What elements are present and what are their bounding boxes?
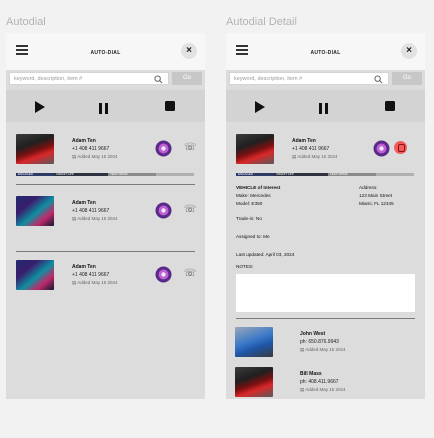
contact-added-date: Added May 15 2024 <box>72 216 117 222</box>
last-updated: Last updated: April 03, 2024 <box>236 252 295 257</box>
contact-added-date: Added May 15 2024 <box>300 387 345 393</box>
queue-row[interactable]: Bill Mass ph: 408.411.9667 Added May 15 … <box>234 367 417 403</box>
contact-photo <box>236 134 274 164</box>
search-icon[interactable] <box>374 75 383 84</box>
contact-name: Adam Ten <box>72 264 96 270</box>
contact-photo <box>16 134 54 164</box>
notes-label: NOTES: <box>236 264 254 269</box>
status-blank <box>156 173 194 176</box>
status-engaged: ENGAGED <box>236 173 274 176</box>
vehicle-make: Make: Mercedes <box>236 193 271 198</box>
status-bar: ENGAGED CREDIT APP TEST DRIVE <box>236 173 414 176</box>
status-bar: ENGAGED CREDIT APP TEST DRIVE <box>16 173 194 176</box>
top-bar: AUTO-DIAL × <box>226 33 425 70</box>
close-button[interactable]: × <box>181 43 197 59</box>
go-button[interactable]: Go <box>172 72 202 85</box>
contact-name: Adam Ten <box>72 138 96 144</box>
play-icon[interactable] <box>35 101 45 113</box>
contact-phone: ph: 650.876.9943 <box>300 339 339 345</box>
play-icon[interactable] <box>255 101 265 113</box>
close-button[interactable]: × <box>401 43 417 59</box>
contact-phone: +1 408 411 9667 <box>72 272 110 278</box>
dial-controls <box>6 90 205 122</box>
app-title: AUTO-DIAL <box>90 50 121 56</box>
status-blank <box>376 173 414 176</box>
contact-name: Adam Ten <box>72 200 96 206</box>
address-line1: 123 Main Street <box>359 193 393 198</box>
close-icon: × <box>186 45 192 56</box>
top-bar: AUTO-DIAL × <box>6 33 205 70</box>
status-credit-app: CREDIT APP <box>274 173 328 176</box>
left-frame-title: Autodial <box>6 16 46 28</box>
close-icon: × <box>406 45 412 56</box>
contact-name: John West <box>300 331 326 337</box>
address-line2: Miami, FL 12345 <box>359 201 394 206</box>
pause-icon[interactable] <box>319 101 331 114</box>
contact-added-date: Added May 15 2024 <box>72 154 117 160</box>
divider <box>236 318 415 319</box>
contact-photo <box>235 367 273 397</box>
contact-photo <box>235 327 273 357</box>
contact-photo <box>16 196 54 226</box>
contact-phone: +1 408 411 9667 <box>72 146 110 152</box>
trade-in: Trade-in: No <box>236 216 262 221</box>
queue-row[interactable]: John West ph: 650.876.9943 Added May 15 … <box>234 327 417 363</box>
contact-row[interactable]: Adam Ten +1 408 411 9667 Added May 15 20… <box>14 260 197 296</box>
active-contact-row[interactable]: Adam Ten +1 408 411 9667 Added May 15 20… <box>234 134 417 170</box>
divider <box>16 251 195 252</box>
dial-icon[interactable] <box>155 202 172 219</box>
dial-controls <box>226 90 425 122</box>
dial-icon[interactable] <box>155 266 172 283</box>
status-credit-app: CREDIT APP <box>54 173 108 176</box>
status-engaged: ENGAGED <box>16 173 54 176</box>
contact-phone: +1 408 411 9667 <box>292 146 330 152</box>
contact-added-date: Added May 15 2024 <box>72 280 117 286</box>
go-button[interactable]: Go <box>392 72 422 85</box>
contact-name: Adam Ten <box>292 138 316 144</box>
contact-row[interactable]: Adam Ten +1 408 411 9667 Added May 15 20… <box>14 134 197 170</box>
dial-icon[interactable] <box>155 140 172 157</box>
vehicle-heading: VEHICLE of Interest <box>236 185 281 190</box>
contact-phone: +1 408 411 9667 <box>72 208 110 214</box>
autodial-panel: AUTO-DIAL × keyword, description, item #… <box>6 33 205 399</box>
address-heading: Address: <box>359 185 378 190</box>
divider <box>16 184 195 185</box>
contact-phone: ph: 408.411.9667 <box>300 379 339 385</box>
search-input[interactable]: keyword, description, item # <box>229 72 389 85</box>
end-call-icon[interactable] <box>394 141 407 154</box>
notes-textarea[interactable] <box>236 274 415 312</box>
vehicle-model: Model: E350 <box>236 201 263 206</box>
status-test-drive: TEST DRIVE <box>328 173 376 176</box>
contact-added-date: Added May 15 2024 <box>292 154 337 160</box>
contact-name: Bill Mass <box>300 371 322 377</box>
assigned-to: Assigned to: Me <box>236 234 270 239</box>
dial-icon[interactable] <box>373 140 390 157</box>
hangup-icon[interactable]: ☏ <box>184 204 197 215</box>
stop-icon[interactable] <box>165 101 175 111</box>
contact-added-date: Added May 15 2024 <box>300 347 345 353</box>
contact-row[interactable]: Adam Ten +1 408 411 9667 Added May 15 20… <box>14 196 197 232</box>
app-title: AUTO-DIAL <box>310 50 341 56</box>
stop-icon[interactable] <box>385 101 395 111</box>
search-input[interactable]: keyword, description, item # <box>9 72 169 85</box>
contact-photo <box>16 260 54 290</box>
pause-icon[interactable] <box>99 101 111 114</box>
search-icon[interactable] <box>154 75 163 84</box>
hangup-icon[interactable]: ☏ <box>184 142 197 153</box>
status-test-drive: TEST DRIVE <box>108 173 156 176</box>
autodial-detail-panel: AUTO-DIAL × keyword, description, item #… <box>226 33 425 399</box>
right-frame-title: Autodial Detail <box>226 16 297 28</box>
hangup-icon[interactable]: ☏ <box>184 268 197 279</box>
